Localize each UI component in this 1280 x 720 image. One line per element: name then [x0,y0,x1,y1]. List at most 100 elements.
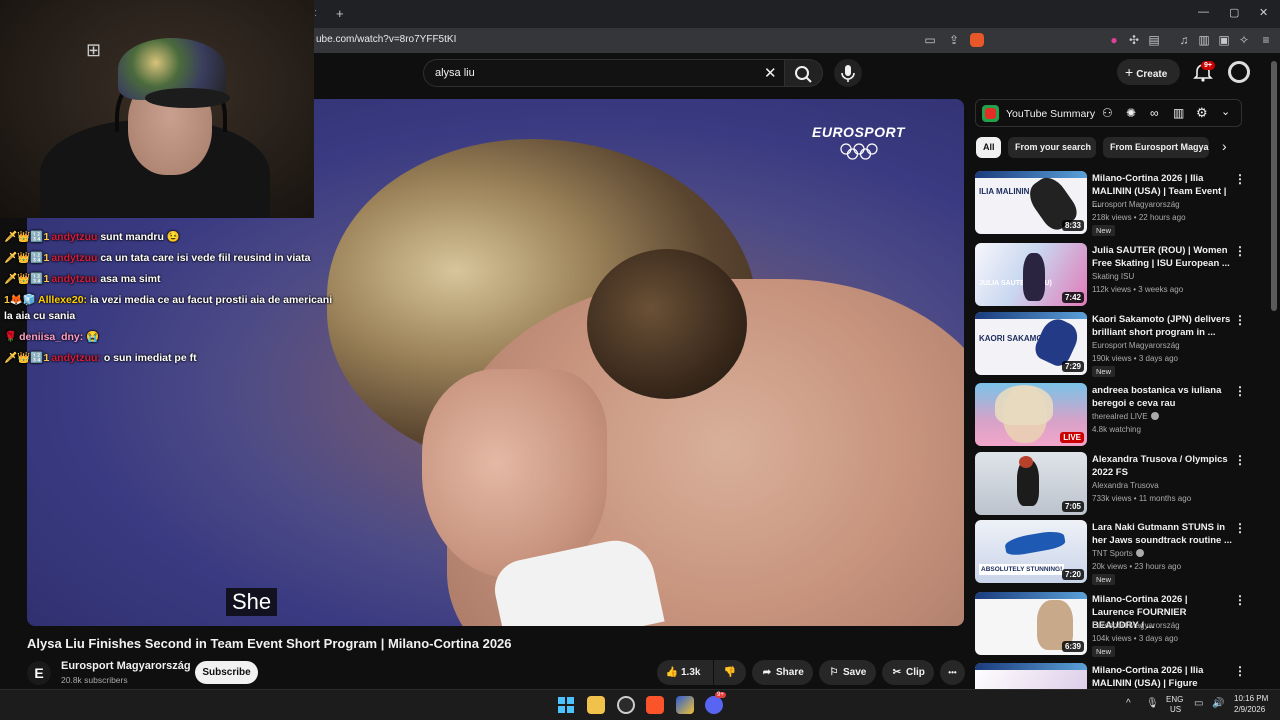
more-options-icon[interactable]: ⋮ [1234,172,1246,186]
app-icon[interactable] [676,696,694,714]
minimize-button[interactable]: — [1198,6,1209,18]
tray-chevron-icon[interactable]: ^ [1126,698,1131,709]
video-thumbnail[interactable]: LIVE [975,383,1087,446]
thumb-stripe [975,171,1087,178]
share-page-icon[interactable]: ⇪ [946,32,962,48]
recommended-channel[interactable]: Skating ISU [1092,272,1134,281]
more-options-icon[interactable]: ⋮ [1234,593,1246,607]
video-thumbnail[interactable]: ILIA MALININ 8:33 [975,171,1087,234]
clock-date[interactable]: 2/9/2026 [1234,705,1265,714]
create-button[interactable]: + Create [1117,59,1180,85]
subscribe-button[interactable]: Subscribe [195,661,258,684]
account-avatar[interactable] [1228,61,1250,83]
recommended-channel[interactable]: Alexandra Trusova [1092,481,1159,490]
chevron-down-icon[interactable]: ⌄ [1221,105,1230,118]
recommended-video[interactable]: Milano-Cortina 2026 | Ilia MALININ (USA)… [975,663,1275,689]
keyboard-layout[interactable]: US [1170,705,1181,714]
more-actions-button[interactable]: ••• [940,660,965,685]
chip-from-eurosport[interactable]: From Eurosport Magyarország [1103,137,1209,158]
language-indicator[interactable]: ENG [1166,695,1183,704]
video-thumbnail[interactable]: 7:05 [975,452,1087,515]
recommended-channel[interactable]: Eurosport Magyarország [1092,341,1180,350]
clock-time[interactable]: 10:16 PM [1234,694,1268,703]
recommended-video[interactable]: 6:39 Milano-Cortina 2026 | Laurence FOUR… [975,592,1275,657]
media-icon[interactable]: ♫ [1176,32,1192,48]
more-options-icon[interactable]: ⋮ [1234,453,1246,467]
recommended-title[interactable]: Milano-Cortina 2026 | Ilia MALININ (USA)… [1092,664,1232,689]
more-options-icon[interactable]: ⋮ [1234,313,1246,327]
save-button[interactable]: ⚐ Save [819,660,876,685]
clip-button[interactable]: ✂ Clip [882,660,934,685]
chip-from-your-search[interactable]: From your search [1008,137,1096,158]
share-button[interactable]: ➦ Share [752,660,813,685]
notifications-badge: 9+ [1201,61,1215,70]
tab-close-icon[interactable]: : [314,7,317,19]
channel-avatar[interactable]: E [27,661,51,685]
network-icon[interactable]: ▭ [1194,698,1203,709]
recommended-channel[interactable]: Eurosport Magyarország [1092,621,1180,630]
recommended-title[interactable]: Julia SAUTER (ROU) | Women Free Skating … [1092,244,1232,270]
robot-icon[interactable]: ⚇ [1102,106,1113,120]
chip-all[interactable]: All [976,137,1001,158]
recommended-video[interactable]: ILIA MALININ 8:33 Milano-Cortina 2026 | … [975,171,1275,236]
channel-name[interactable]: Eurosport Magyarország [61,660,191,672]
file-explorer-icon[interactable] [587,696,605,714]
recommended-title[interactable]: Kaori Sakamoto (JPN) delivers brilliant … [1092,313,1232,339]
url-text[interactable]: ube.com/watch?v=8ro7YFF5tKI [316,34,456,45]
recommended-video[interactable]: 7:05 Alexandra Trusova / Olympics 2022 F… [975,452,1275,515]
wallet-icon[interactable]: ▣ [1216,32,1232,48]
recommended-channel[interactable]: Eurosport Magyarország [1092,200,1180,209]
search-input[interactable]: alysa liu [435,67,475,79]
recommended-video[interactable]: KAORI SAKAMOTO 7:29 Kaori Sakamoto (JPN)… [975,312,1275,377]
like-button[interactable]: 👍 1.3k [657,660,713,685]
recommended-video[interactable]: JULIA SAUTER (ROU) 7:42 Julia SAUTER (RO… [975,243,1275,306]
menu-icon[interactable]: ≡ [1258,32,1274,48]
more-options-icon[interactable]: ⋮ [1234,521,1246,535]
tray-mic-icon[interactable]: 🎙 [1146,698,1159,709]
chevron-right-icon[interactable]: › [1222,138,1227,154]
waveform-icon[interactable]: ▥ [1173,106,1184,120]
glasses-icon[interactable]: ∞ [1150,106,1159,120]
brave-shield-icon[interactable] [970,33,984,47]
extensions-puzzle-icon[interactable]: ✣ [1126,32,1142,48]
openai-icon[interactable]: ✺ [1126,106,1136,120]
video-thumbnail[interactable] [975,663,1087,689]
recommended-video[interactable]: ABSOLUTELY STUNNING! 7:20 Lara Naki Gutm… [975,520,1275,585]
recommended-title[interactable]: Alexandra Trusova / Olympics 2022 FS [1092,453,1232,479]
video-duration: 7:42 [1061,292,1084,303]
video-thumbnail[interactable]: ABSOLUTELY STUNNING! 7:20 [975,520,1087,583]
video-thumbnail[interactable]: KAORI SAKAMOTO 7:29 [975,312,1087,375]
more-options-icon[interactable]: ⋮ [1234,664,1246,678]
video-thumbnail[interactable]: 6:39 [975,592,1087,655]
volume-icon[interactable]: 🔊 [1212,698,1224,709]
recommended-channel[interactable]: therealred LIVE [1092,412,1159,421]
reading-list-icon[interactable]: ▤ [1146,32,1162,48]
maximize-button[interactable]: ▢ [1229,6,1239,19]
leo-ai-icon[interactable]: ✧ [1236,32,1252,48]
cast-icon[interactable]: ▭ [922,32,938,48]
close-window-button[interactable]: ✕ [1259,6,1268,19]
video-thumbnail[interactable]: JULIA SAUTER (ROU) 7:42 [975,243,1087,306]
page-scrollbar[interactable] [1271,61,1277,311]
brave-browser-icon[interactable] [646,696,664,714]
obs-icon[interactable] [617,696,635,714]
clear-search-icon[interactable]: ✕ [764,64,777,82]
voice-search-button[interactable] [834,59,862,87]
youtube-summary-extension[interactable]: YouTube Summary ⚇ ✺ ∞ ▥ ⚙ ⌄ [975,99,1242,127]
more-options-icon[interactable]: ⋮ [1234,384,1246,398]
extension-icon[interactable]: ● [1106,32,1122,48]
recommended-video[interactable]: LIVE andreea bostanica vs iuliana berego… [975,383,1275,446]
video-duration: 6:39 [1061,641,1084,652]
windows-start-icon[interactable] [558,697,574,713]
dislike-button[interactable]: 👎 [714,660,746,685]
sidebar-icon[interactable]: ▥ [1196,32,1212,48]
recommended-title[interactable]: Lara Naki Gutmann STUNS in her Jaws soun… [1092,521,1232,547]
settings-gear-icon[interactable]: ⚙ [1196,105,1208,121]
new-tab-button[interactable]: + [336,6,344,21]
recommended-channel[interactable]: TNT Sports [1092,549,1144,558]
search-box[interactable]: alysa liu ✕ [423,59,785,87]
search-button[interactable] [785,59,823,87]
discord-icon[interactable] [705,696,723,714]
recommended-title[interactable]: andreea bostanica vs iuliana beregoi e c… [1092,384,1232,410]
more-options-icon[interactable]: ⋮ [1234,244,1246,258]
